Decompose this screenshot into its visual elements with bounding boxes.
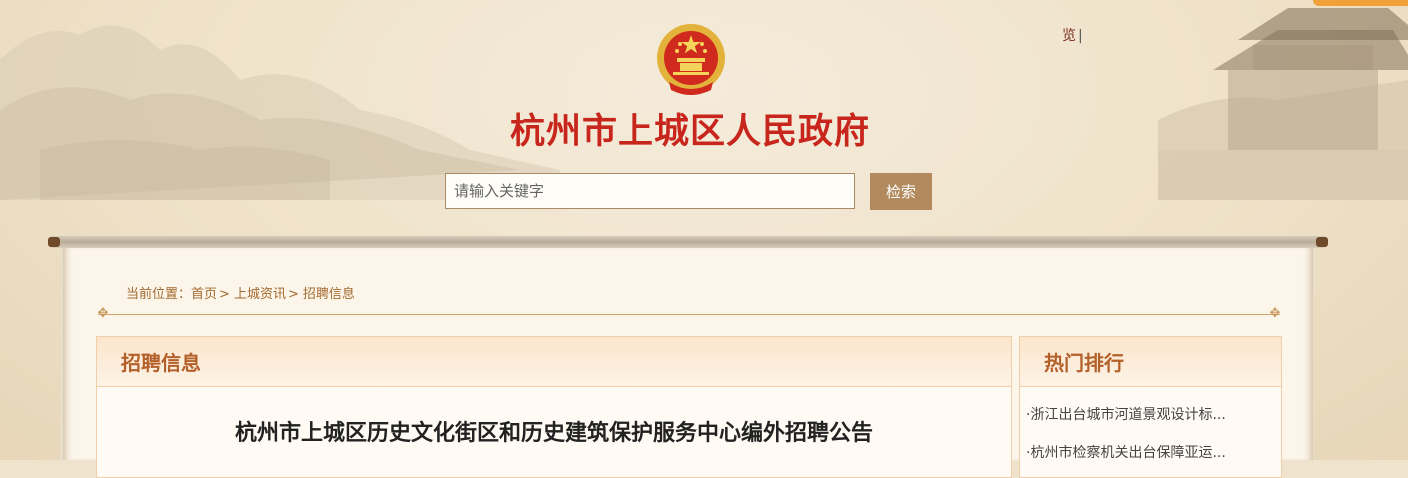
ornamental-divider: ✥ ✥ [98, 307, 1281, 321]
article-title: 杭州市上城区历史文化街区和历史建筑保护服务中心编外招聘公告 [234, 421, 873, 446]
landscape-painting-left [0, 25, 560, 200]
city-gate-tower-right [1158, 8, 1408, 200]
search-input[interactable] [445, 173, 855, 209]
hot-ranking-item[interactable]: ·杭州市检察机关出台保障亚运... [1026, 442, 1226, 462]
main-content-panel: 招聘信息 [96, 336, 1012, 478]
ornament-icon: ✥ [97, 306, 109, 321]
scroll-rod [48, 236, 1328, 248]
national-emblem-icon [657, 24, 725, 95]
main-panel-title: 招聘信息 [97, 337, 1011, 387]
hot-ranking-item[interactable]: ·浙江出台城市河道景观设计标... [1026, 404, 1226, 424]
top-nav-link-label[interactable]: 览 [1062, 28, 1076, 44]
breadcrumb-prefix: 当前位置： [126, 287, 192, 302]
breadcrumb-separator: > [219, 287, 230, 302]
breadcrumb-item-news[interactable]: 上城资讯 [234, 287, 286, 302]
top-nav-link[interactable]: 览 | [1062, 25, 1083, 45]
breadcrumb-item-recruitment[interactable]: 招聘信息 [303, 287, 355, 302]
ornament-icon: ✥ [1269, 306, 1281, 321]
breadcrumb-separator: > [287, 287, 299, 302]
search-button[interactable]: 检索 [870, 173, 932, 210]
breadcrumb: 当前位置：首页 > 上城资讯 > 招聘信息 [126, 283, 355, 302]
corner-accent-tab [1313, 0, 1408, 6]
hot-ranking-title: 热门排行 [1020, 337, 1281, 387]
site-title: 杭州市上城区人民政府 [509, 111, 870, 152]
breadcrumb-item-home[interactable]: 首页 [191, 287, 217, 302]
top-nav-separator: | [1078, 28, 1083, 44]
